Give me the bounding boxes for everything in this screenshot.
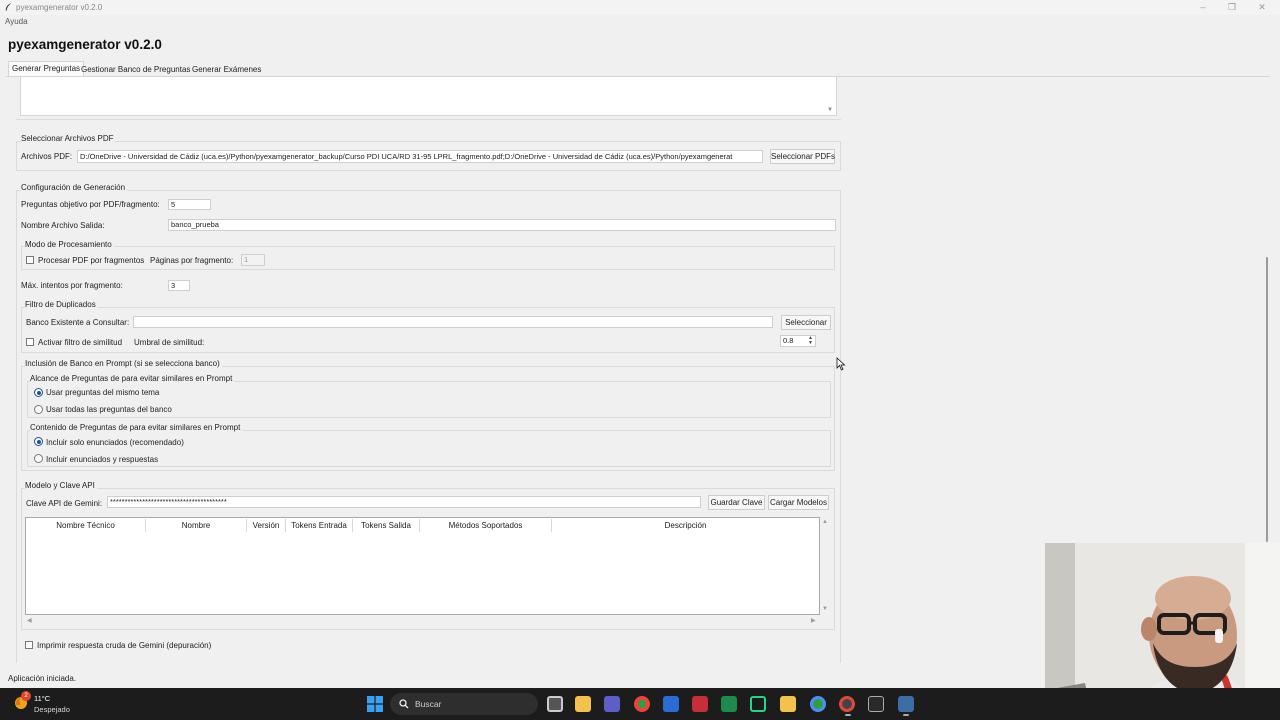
- spin-down-icon[interactable]: ▼: [808, 341, 813, 346]
- active-app-indicator: [903, 714, 909, 716]
- similarity-filter-checkbox[interactable]: [26, 338, 34, 346]
- chrome-profile-icon[interactable]: [810, 696, 826, 712]
- file-explorer-icon[interactable]: [575, 696, 591, 712]
- table-scroll-right-icon[interactable]: ▶: [811, 617, 816, 624]
- load-models-button[interactable]: Cargar Modelos: [768, 495, 829, 510]
- pdf-files-label: Archivos PDF:: [21, 152, 73, 161]
- content-radio-statements[interactable]: [34, 437, 43, 446]
- api-key-field[interactable]: ****************************************: [107, 496, 701, 508]
- duplicates-title: Filtro de Duplicados: [25, 300, 98, 309]
- word-icon[interactable]: [663, 696, 679, 712]
- table-scroll-down-icon[interactable]: ▼: [822, 606, 828, 612]
- tab-gestionar-banco[interactable]: Gestionar Banco de Preguntas: [78, 63, 193, 76]
- processing-mode-title: Modo de Procesamiento: [25, 240, 114, 249]
- fragment-checkbox-label: Procesar PDF por fragmentos: [38, 256, 145, 265]
- select-pdfs-button[interactable]: Seleccionar PDFs: [770, 149, 835, 164]
- mouse-cursor-icon: [836, 357, 846, 371]
- table-scroll-left-icon[interactable]: ◀: [27, 617, 32, 624]
- column-header[interactable]: Métodos Soportados: [420, 521, 551, 530]
- threshold-value: 0.8: [783, 336, 794, 345]
- scroll-down-arrow-icon[interactable]: ▼: [827, 107, 833, 113]
- column-header[interactable]: Nombre: [146, 521, 246, 530]
- folder-icon[interactable]: [780, 696, 796, 712]
- chrome-icon[interactable]: [634, 696, 650, 712]
- threshold-label: Umbral de similitud:: [134, 338, 205, 347]
- table-scroll-up-icon[interactable]: ▲: [822, 519, 828, 525]
- api-key-label: Clave API de Gemini:: [26, 499, 103, 508]
- fragment-checkbox[interactable]: [26, 256, 34, 264]
- content-option-statements: Incluir solo enunciados (recomendado): [46, 438, 184, 447]
- questions-label: Preguntas objetivo por PDF/fragmento:: [21, 200, 160, 209]
- pycharm-icon[interactable]: [750, 696, 766, 712]
- scope-option-all: Usar todas las preguntas del banco: [46, 405, 172, 414]
- status-text: Aplicación iniciada.: [8, 674, 77, 683]
- column-header[interactable]: Versión: [247, 521, 285, 530]
- obs-icon[interactable]: [839, 696, 855, 712]
- terminal-icon[interactable]: [868, 696, 884, 712]
- taskbar-search[interactable]: Buscar: [390, 693, 538, 715]
- minimize-icon[interactable]: –: [1196, 1, 1210, 13]
- pages-label: Páginas por fragmento:: [150, 256, 234, 265]
- excel-icon[interactable]: [721, 696, 737, 712]
- weather-desc[interactable]: Despejado: [34, 705, 70, 714]
- divider: [16, 119, 841, 120]
- tab-generar-preguntas[interactable]: Generar Preguntas: [8, 61, 85, 76]
- save-key-button[interactable]: Guardar Clave: [708, 495, 765, 510]
- debug-checkbox-label: Imprimir respuesta cruda de Gemini (depu…: [37, 641, 212, 650]
- config-title: Configuración de Generación: [21, 183, 128, 192]
- column-header[interactable]: Tokens Entrada: [286, 521, 352, 530]
- pdf-files-field[interactable]: D:/OneDrive - Universidad de Cádiz (uca.…: [77, 150, 763, 163]
- output-name-field[interactable]: banco_prueba: [168, 219, 836, 231]
- prompt-textarea[interactable]: ▼: [20, 77, 837, 116]
- column-header[interactable]: Descripción: [552, 521, 819, 530]
- content-radio-with-answers[interactable]: [34, 454, 43, 463]
- python-app-icon[interactable]: [898, 696, 914, 712]
- column-header[interactable]: Tokens Salida: [353, 521, 419, 530]
- column-header[interactable]: Nombre Técnico: [26, 521, 145, 530]
- app-red-icon[interactable]: [692, 696, 708, 712]
- threshold-spinbox[interactable]: 0.8 ▲ ▼: [780, 335, 816, 347]
- pdf-section-title: Seleccionar Archivos PDF: [21, 134, 116, 143]
- status-bar: [0, 668, 1045, 688]
- menu-ayuda[interactable]: Ayuda: [5, 17, 28, 26]
- weather-temp[interactable]: 11°C: [34, 694, 50, 703]
- scope-radio-all[interactable]: [34, 405, 43, 414]
- debug-checkbox[interactable]: [25, 641, 33, 649]
- window-title: pyexamgenerator v0.2.0: [16, 3, 103, 12]
- title-bar: pyexamgenerator v0.2.0 – ❐ ✕: [0, 0, 1280, 15]
- teams-icon[interactable]: [604, 696, 620, 712]
- app-title: pyexamgenerator v0.2.0: [8, 37, 162, 52]
- weather-badge: 2: [21, 691, 31, 701]
- content-title: Contenido de Preguntas de para evitar si…: [30, 423, 243, 432]
- max-attempts-label: Máx. intentos por fragmento:: [21, 281, 123, 290]
- scope-radio-same-topic[interactable]: [34, 388, 43, 397]
- inclusion-title: Inclusión de Banco en Prompt (si se sele…: [25, 359, 222, 368]
- task-view-icon[interactable]: [547, 696, 563, 712]
- tab-generar-examenes[interactable]: Generar Exámenes: [189, 63, 264, 76]
- content-option-with-answers: Incluir enunciados y respuestas: [46, 455, 159, 464]
- max-attempts-field[interactable]: 3: [168, 280, 190, 291]
- similarity-filter-label: Activar filtro de similitud: [38, 338, 123, 347]
- maximize-icon[interactable]: ❐: [1225, 1, 1239, 13]
- feather-icon: [5, 3, 12, 11]
- active-app-indicator: [845, 714, 851, 716]
- output-name-label: Nombre Archivo Salida:: [21, 221, 105, 230]
- existing-bank-label: Banco Existente a Consultar:: [26, 318, 130, 327]
- scope-option-same-topic: Usar preguntas del mismo tema: [46, 388, 160, 397]
- windows-start-icon[interactable]: [367, 696, 383, 712]
- existing-bank-field[interactable]: [133, 316, 773, 328]
- search-placeholder: Buscar: [415, 699, 442, 709]
- model-title: Modelo y Clave API: [25, 481, 97, 490]
- search-icon: [399, 699, 409, 709]
- scope-title: Alcance de Preguntas de para evitar simi…: [30, 374, 235, 383]
- questions-field[interactable]: 5: [168, 199, 211, 210]
- select-bank-button[interactable]: Seleccionar: [781, 315, 831, 330]
- pages-field[interactable]: 1: [241, 254, 265, 266]
- page-scrollbar[interactable]: [1266, 257, 1268, 542]
- close-icon[interactable]: ✕: [1255, 1, 1269, 13]
